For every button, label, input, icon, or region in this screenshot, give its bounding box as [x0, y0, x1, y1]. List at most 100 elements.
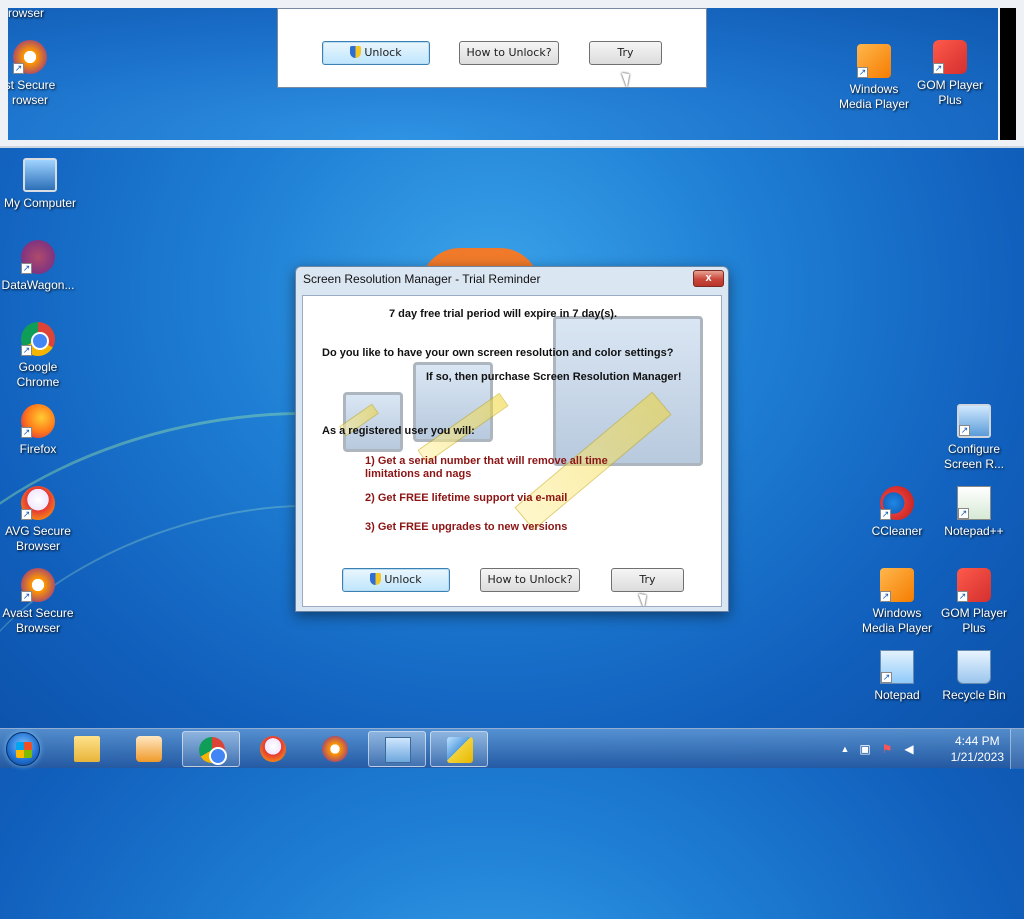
purchase-text: If so, then purchase Screen Resolution M… — [426, 371, 682, 383]
shortcut-arrow-icon: ↗ — [21, 427, 32, 438]
computer-icon — [23, 158, 57, 192]
taskbar-avast-browser[interactable] — [306, 731, 364, 767]
desktop-icon-label: Google Chrome — [16, 360, 60, 389]
benefit-1-text: 1) Get a serial number that will remove … — [365, 455, 608, 467]
dialog-client-area: 7 day free trial period will expire in 7… — [302, 295, 722, 607]
desktop-icon-label: Recycle Bin — [942, 688, 1006, 702]
desktop-icon-label: Windows Media Player — [861, 606, 933, 635]
shortcut-arrow-icon: ↗ — [880, 509, 891, 520]
shortcut-arrow-icon: ↗ — [21, 263, 32, 274]
benefit-2-text: 2) Get FREE lifetime support via e-mail — [365, 492, 568, 504]
tray-chevron-icon[interactable]: ▲ — [838, 742, 852, 756]
desktop-icon-gom[interactable]: ↗ GOM Player Plus — [934, 568, 1014, 636]
try-button[interactable]: Try — [611, 568, 684, 592]
gom-player-icon: ↗ — [933, 40, 967, 74]
preview-icon-gom[interactable]: ↗ GOM Player Plus — [910, 40, 990, 108]
desktop-icon-firefox[interactable]: ↗ Firefox — [0, 404, 78, 457]
firefox-icon: ↗ — [21, 404, 55, 438]
taskbar-avg-browser[interactable] — [244, 731, 302, 767]
desktop-icon-label: Avast Secure Browser — [2, 606, 74, 635]
desktop-icon-datawagon[interactable]: ↗ DataWagon... — [0, 240, 78, 293]
windows-media-player-icon: ↗ — [880, 568, 914, 602]
shortcut-arrow-icon: ↗ — [957, 591, 968, 602]
registered-text: As a registered user you will: — [322, 425, 475, 437]
desktop-icon-label: Firefox — [19, 442, 57, 456]
system-tray: ▲ ▣ ⚑ ◀ 4:44 PM 1/21/2023 — [834, 729, 1024, 769]
shortcut-arrow-icon: ↗ — [880, 591, 891, 602]
benefit-3-text: 3) Get FREE upgrades to new versions — [365, 521, 568, 533]
desktop-icon-avg[interactable]: ↗ AVG Secure Browser — [0, 486, 78, 554]
action-center-icon[interactable]: ⚑ — [880, 742, 894, 756]
screen-resolution-manager-icon — [385, 737, 411, 763]
datawagon-icon: ↗ — [21, 240, 55, 274]
desktop-icon-my-computer[interactable]: My Computer — [0, 158, 80, 211]
avast-browser-icon — [322, 736, 348, 762]
desktop-icon-recycle-bin[interactable]: Recycle Bin — [934, 650, 1014, 703]
preview-icon-label: st Secure rowser — [8, 78, 56, 107]
desktop-icon-avast[interactable]: ↗ Avast Secure Browser — [0, 568, 78, 636]
start-button[interactable] — [6, 732, 40, 766]
show-desktop-button[interactable] — [1010, 729, 1024, 769]
configure-screen-icon: ↗ — [957, 404, 991, 438]
clock[interactable]: 4:44 PM 1/21/2023 — [951, 733, 1004, 765]
shortcut-arrow-icon: ↗ — [959, 425, 970, 436]
desktop-icon-label: My Computer — [3, 196, 77, 210]
desktop-icon-label: GOM Player Plus — [940, 606, 1007, 635]
desktop-icon-label: DataWagon... — [1, 278, 75, 292]
shortcut-arrow-icon: ↗ — [958, 508, 969, 519]
windows-media-player-icon: ↗ — [857, 44, 891, 78]
folder-icon — [74, 736, 100, 762]
desktop-icon-notepadpp[interactable]: ↗ Notepad++ — [934, 486, 1014, 539]
avg-browser-icon — [260, 736, 286, 762]
preview-dialog: Unlock How to Unlock? Try — [277, 8, 707, 88]
media-player-icon — [136, 736, 162, 762]
preview-try-button[interactable]: Try — [589, 41, 662, 65]
preview-icon-avast[interactable]: ↗ st Secure rowser — [8, 40, 70, 108]
desktop-icon-label: CCleaner — [871, 524, 923, 538]
shortcut-arrow-icon: ↗ — [21, 345, 32, 356]
preview-icon-wmp[interactable]: ↗ Windows Media Player — [834, 44, 914, 112]
shortcut-arrow-icon: ↗ — [881, 672, 892, 683]
dialog-title: Screen Resolution Manager - Trial Remind… — [303, 272, 541, 286]
preview-unlock-button[interactable]: Unlock — [322, 41, 430, 65]
taskbar-screen-manager[interactable] — [368, 731, 426, 767]
taskbar-explorer[interactable] — [58, 731, 116, 767]
chrome-icon — [199, 737, 227, 765]
unlock-button[interactable]: Unlock — [342, 568, 450, 592]
preview-how-to-unlock-button[interactable]: How to Unlock? — [459, 41, 559, 65]
button-label: Unlock — [364, 46, 402, 59]
taskbar-chrome[interactable] — [182, 731, 240, 767]
desktop-icon-configure-screen[interactable]: ↗ Configure Screen R... — [934, 404, 1014, 472]
desktop-icon-label: AVG Secure Browser — [5, 524, 71, 553]
desktop-icon-chrome[interactable]: ↗ Google Chrome — [0, 322, 78, 390]
desktop-icon-label: Configure Screen R... — [943, 442, 1005, 471]
chrome-icon: ↗ — [21, 322, 55, 356]
desktop-icon-label: Notepad — [874, 688, 920, 702]
dialog-titlebar[interactable]: Screen Resolution Manager - Trial Remind… — [296, 267, 728, 291]
desktop-icon-notepad[interactable]: ↗ Notepad — [857, 650, 937, 703]
preview-icon-label: Windows Media Player — [838, 82, 910, 111]
clock-time: 4:44 PM — [954, 734, 1000, 748]
ruler-app-icon — [447, 737, 473, 763]
notepad-plus-plus-icon: ↗ — [957, 486, 991, 520]
taskbar: ▲ ▣ ⚑ ◀ 4:44 PM 1/21/2023 — [0, 728, 1024, 769]
recycle-bin-icon — [957, 650, 991, 684]
network-icon[interactable]: ▣ — [858, 742, 872, 756]
desktop-icon-ccleaner[interactable]: ↗ CCleaner — [857, 486, 937, 539]
zoom-preview-strip: rowser ↗ st Secure rowser ↗ Windows Medi… — [0, 0, 1024, 148]
mouse-cursor-icon — [621, 70, 634, 88]
uac-shield-icon — [370, 573, 382, 585]
question-text: Do you like to have your own screen reso… — [322, 347, 674, 359]
taskbar-trial-reminder[interactable] — [430, 731, 488, 767]
volume-icon[interactable]: ◀ — [902, 742, 916, 756]
taskbar-media-player[interactable] — [120, 731, 178, 767]
close-button[interactable]: x — [693, 270, 724, 287]
button-label: Unlock — [384, 573, 422, 586]
gom-player-icon: ↗ — [957, 568, 991, 602]
desktop-icon-wmp[interactable]: ↗ Windows Media Player — [857, 568, 937, 636]
trial-reminder-dialog: Screen Resolution Manager - Trial Remind… — [295, 266, 729, 612]
shortcut-arrow-icon: ↗ — [857, 67, 868, 78]
how-to-unlock-button[interactable]: How to Unlock? — [480, 568, 580, 592]
notepad-icon: ↗ — [880, 650, 914, 684]
mouse-cursor-icon — [638, 591, 651, 606]
